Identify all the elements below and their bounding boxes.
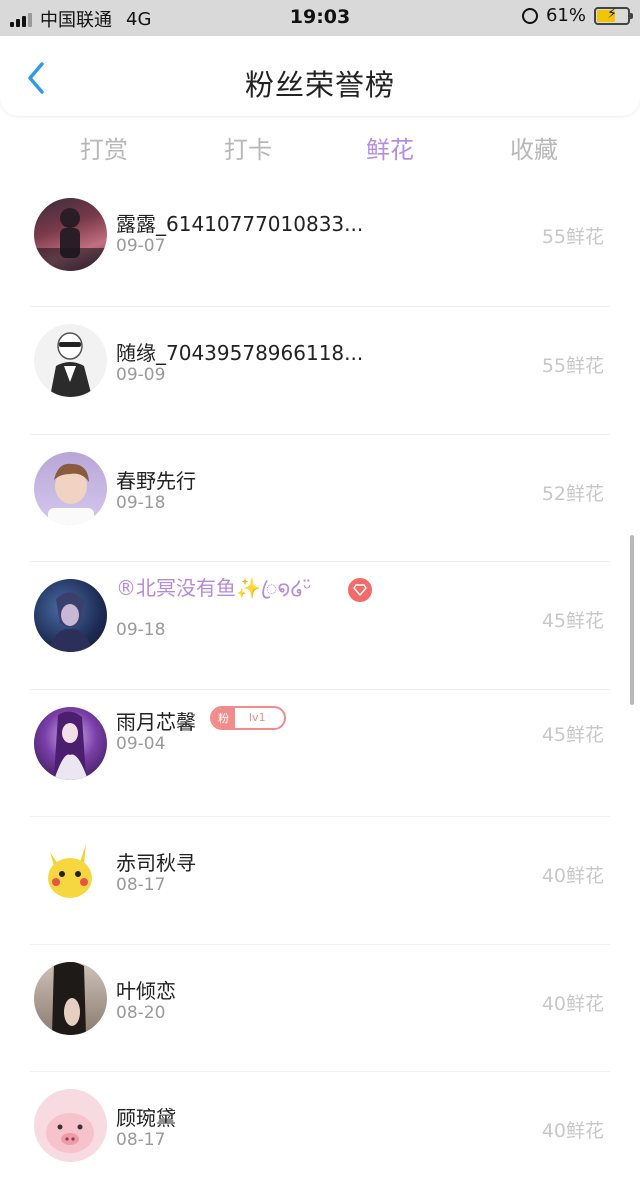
user-name: 雨月芯馨: [116, 709, 196, 734]
nav-header: 粉丝荣誉榜: [0, 36, 640, 116]
user-name: 春野先行: [116, 468, 196, 493]
avatar: [34, 961, 107, 1035]
tab-flowers[interactable]: 鲜花: [320, 130, 460, 165]
diamond-icon: [353, 584, 367, 596]
date-label: 09-18: [116, 492, 166, 513]
flower-count: 40鲜花: [541, 865, 604, 887]
user-name: 露露_61410777010833...: [116, 212, 364, 236]
status-right: 61% ⚡: [521, 5, 633, 26]
fan-badge-level: lv1: [249, 711, 266, 724]
battery-icon: ⚡: [594, 6, 633, 25]
date-label: 08-17: [116, 875, 166, 895]
alarm-icon: [521, 7, 538, 24]
date-label: 09-04: [116, 733, 166, 754]
avatar: [34, 451, 107, 525]
avatar: [34, 579, 107, 652]
user-name: 叶倾恋: [116, 978, 176, 1003]
vip-badge: [348, 578, 372, 602]
date-label: 09-07: [116, 236, 166, 256]
flower-count: 40鲜花: [541, 992, 604, 1015]
date-label: 09-09: [116, 365, 166, 385]
list-item[interactable]: 叶倾恋 08-20 40鲜花: [30, 945, 610, 1072]
user-name: ®北冥没有鱼✨ꦿ໑໒ᵕ̈: [116, 576, 312, 600]
user-name: 随缘_70439578966118...: [116, 341, 364, 365]
fan-list: 露露_61410777010833... 09-07 55鲜花 随缘_70439…: [0, 196, 640, 1199]
tab-favorites[interactable]: 收藏: [464, 130, 604, 165]
tab-checkin[interactable]: 打卡: [178, 130, 318, 165]
list-item[interactable]: 随缘_70439578966118... 09-09 55鲜花: [30, 307, 610, 435]
flower-count: 55鲜花: [541, 355, 604, 377]
scrollbar[interactable]: [630, 535, 634, 705]
avatar: [34, 834, 107, 907]
avatar: [34, 1089, 107, 1162]
status-bar: 中国联通 4G 19:03 61% ⚡: [0, 0, 640, 36]
battery-percent: 61%: [545, 5, 586, 26]
fan-badge: 粉 lv1: [210, 705, 286, 730]
list-item[interactable]: 顾琬黛 08-17 40鲜花: [30, 1072, 610, 1199]
avatar: [34, 324, 107, 397]
flower-count: 45鲜花: [541, 723, 604, 746]
user-name: 赤司秋寻: [116, 851, 196, 875]
list-item[interactable]: ®北冥没有鱼✨ꦿ໑໒ᵕ̈ 09-18 45鲜花: [30, 562, 610, 690]
date-label: 09-18: [116, 620, 166, 640]
flower-count: 52鲜花: [541, 482, 604, 505]
list-item[interactable]: 春野先行 09-18 52鲜花: [30, 435, 610, 562]
flower-count: 45鲜花: [541, 610, 604, 632]
date-label: 08-17: [116, 1130, 166, 1150]
list-item[interactable]: 露露_61410777010833... 09-07 55鲜花: [30, 196, 610, 307]
tab-bar: 打赏 打卡 鲜花 收藏: [0, 130, 640, 174]
avatar: [34, 198, 107, 271]
date-label: 08-20: [116, 1002, 166, 1023]
flower-count: 55鲜花: [541, 226, 604, 248]
user-name: 顾琬黛: [116, 1106, 176, 1130]
avatar: [34, 706, 107, 780]
tab-reward[interactable]: 打赏: [34, 130, 174, 165]
list-item[interactable]: 赤司秋寻 08-17 40鲜花: [30, 817, 610, 945]
fan-badge-label: 粉: [212, 707, 235, 728]
list-item[interactable]: 雨月芯馨 粉 lv1 09-04 45鲜花: [30, 690, 610, 817]
page-title: 粉丝荣誉榜: [244, 68, 395, 102]
